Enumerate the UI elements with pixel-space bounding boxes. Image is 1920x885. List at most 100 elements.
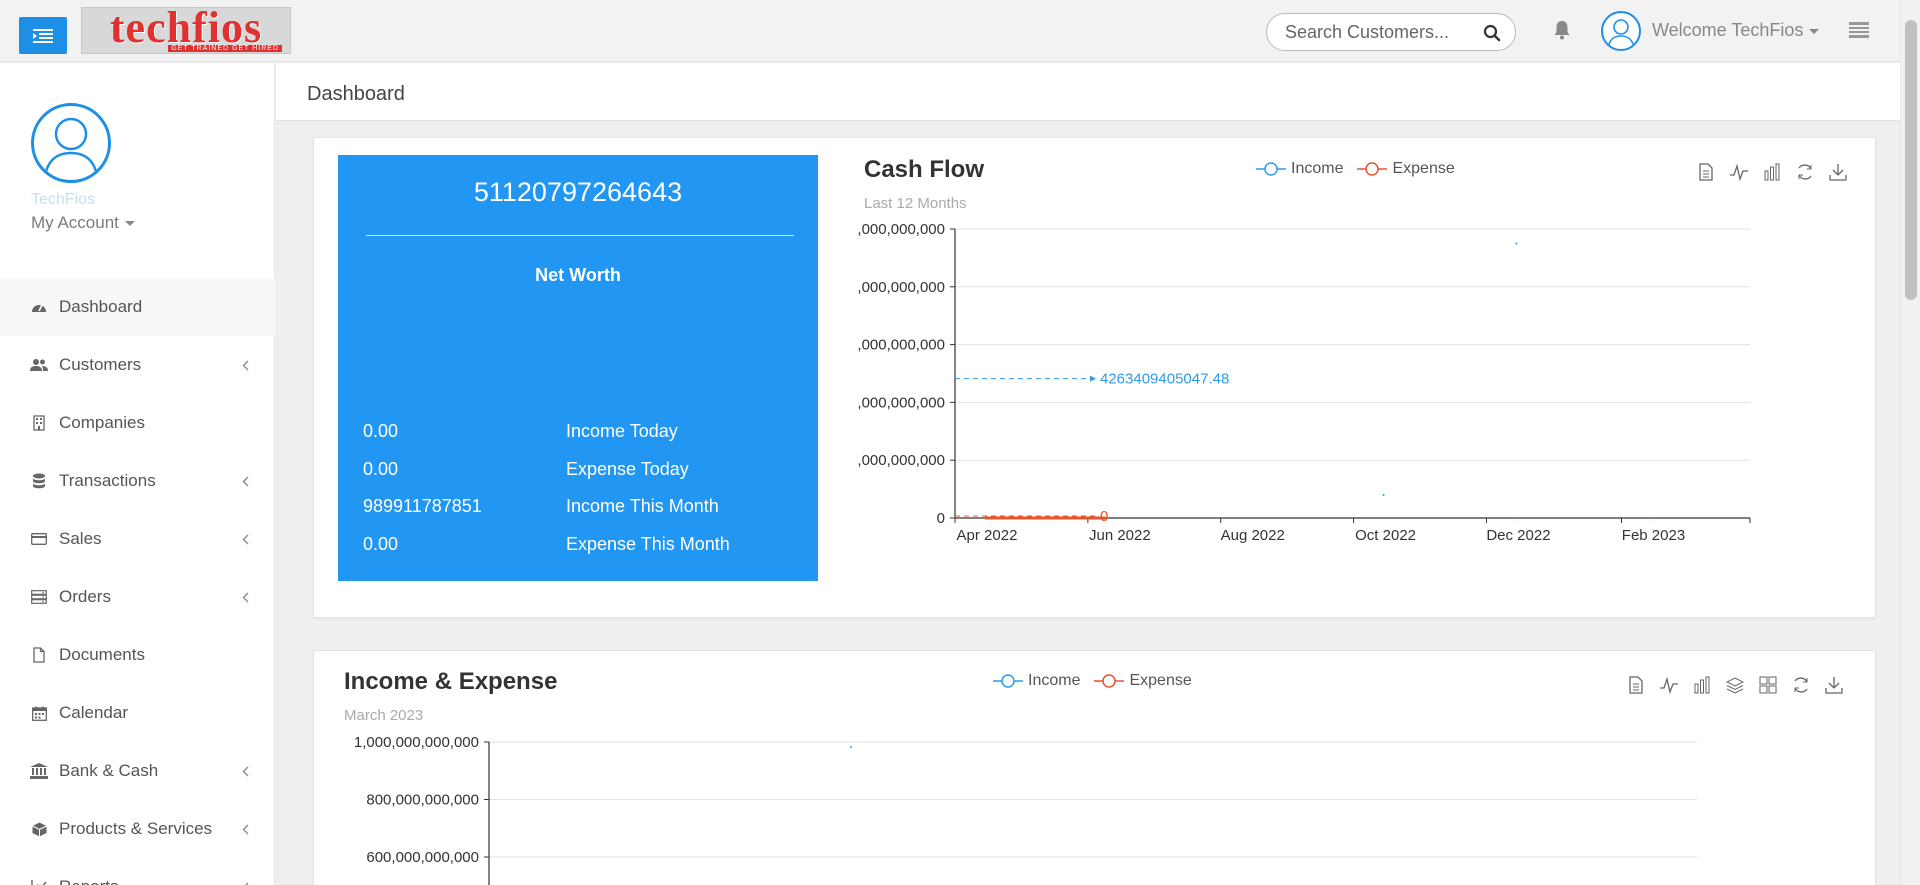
net-worth-value: 51120797264643 (473, 177, 683, 207)
sidebar-item-calendar[interactable]: Calendar (0, 684, 275, 742)
line-chart-icon[interactable] (1722, 163, 1755, 181)
sidebar-item-label: Products & Services (59, 819, 213, 838)
credit-card-icon-glyph (31, 533, 47, 545)
bar-chart-icon[interactable] (1755, 163, 1788, 181)
sidebar-item-documents[interactable]: Documents (0, 626, 275, 684)
stack-icon[interactable] (1718, 676, 1751, 694)
tiled-icon[interactable] (1751, 676, 1784, 694)
chevron-left-icon (242, 474, 249, 492)
sidebar-item-transactions[interactable]: Transactions (0, 452, 275, 510)
expense-point (1515, 517, 1518, 519)
sidebar-item-label: Companies (59, 413, 145, 432)
y-tick-label: 1,000,000,000,000 (354, 734, 479, 751)
dashboard-icon-glyph (32, 304, 46, 312)
sidebar-item-orders[interactable]: Orders (0, 568, 275, 626)
sidebar-item-customers[interactable]: Customers (0, 336, 275, 394)
bar-chart-icon[interactable] (1685, 676, 1718, 694)
profile-name: TechFios (31, 191, 96, 208)
x-tick-label: Oct 2022 (1355, 527, 1416, 544)
sidebar-nav: Dashboard Customers Companies Transactions S… (0, 278, 275, 885)
sidebar-item-label: Bank & Cash (59, 761, 159, 780)
menu-icon (33, 28, 53, 43)
y-tick-label: 0 (937, 510, 945, 527)
stat-value: 0.00 (363, 421, 399, 441)
top-navbar: techfios GET TRAINED GET HIRED Welcome T… (0, 0, 1900, 62)
chevron-left-icon (242, 532, 249, 550)
restore-icon[interactable] (1784, 676, 1817, 694)
dashboard-icon (30, 300, 48, 314)
legend-income-label: Income (1291, 160, 1344, 177)
net-worth-label: Net Worth (535, 265, 621, 285)
user-menu-toggle[interactable]: Welcome TechFios (1652, 20, 1820, 41)
stat-label: Income Today (566, 421, 678, 441)
download-icon[interactable] (1821, 163, 1854, 181)
x-tick-label: Dec 2022 (1486, 527, 1550, 544)
sidebar-item-bank-cash[interactable]: Bank & Cash (0, 742, 275, 800)
search-icon[interactable] (1483, 24, 1501, 47)
techfios-logo[interactable]: techfios GET TRAINED GET HIRED (81, 3, 291, 54)
scrollbar-thumb[interactable] (1905, 20, 1917, 300)
cash-flow-title: Cash Flow (864, 156, 985, 183)
income-mark-label: 4263409405047.48 (1100, 371, 1229, 388)
bell-icon[interactable] (1553, 20, 1571, 45)
data-view-icon[interactable] (1619, 676, 1652, 694)
sidebar-item-label: Sales (59, 529, 102, 548)
sidebar-item-label: Calendar (59, 703, 128, 722)
search-customers-input[interactable] (1285, 22, 1475, 42)
y-tick-label: ,000,000,000 (857, 452, 945, 469)
users-icon (30, 358, 48, 372)
legend-income[interactable]: Income (1256, 160, 1343, 178)
legend-expense-label: Expense (1392, 160, 1455, 177)
sidebar-item-companies[interactable]: Companies (0, 394, 275, 452)
sidebar-item-label: Customers (59, 355, 142, 374)
page-scrollbar[interactable] (1900, 0, 1920, 885)
income-expense-subtitle: March 2023 (344, 707, 424, 724)
divider (366, 235, 794, 236)
y-tick-label: 600,000,000,000 (366, 849, 479, 866)
user-avatar[interactable] (1601, 11, 1641, 51)
x-tick-label: Aug 2022 (1221, 527, 1285, 544)
page-header: Dashboard (276, 63, 1900, 121)
database-icon-glyph (33, 473, 45, 489)
chevron-left-icon (242, 764, 249, 782)
stat-label: Expense This Month (566, 534, 730, 554)
stat-value: 0.00 (363, 459, 399, 479)
chevron-left-icon (242, 822, 249, 840)
y-tick-label: ,000,000,000 (857, 394, 945, 411)
legend-expense[interactable]: Expense (1357, 160, 1455, 178)
my-account-dropdown[interactable]: My Account (31, 213, 135, 233)
legend-income-label: Income (1028, 672, 1081, 689)
calendar-icon (30, 706, 48, 721)
legend-income[interactable]: Income (993, 672, 1080, 690)
list-view-icon[interactable] (1849, 22, 1869, 43)
stat-label: Expense Today (566, 459, 689, 479)
chevron-left-glyph (242, 592, 249, 603)
profile-avatar[interactable] (31, 103, 111, 183)
legend-expense[interactable]: Expense (1094, 672, 1192, 690)
net-worth-box: 51120797264643 Net Worth 0.00 Income Tod… (338, 155, 818, 581)
file-icon (30, 647, 48, 663)
chart-icon-glyph (31, 880, 47, 885)
sidebar-item-products-services[interactable]: Products & Services (0, 800, 275, 858)
download-icon[interactable] (1817, 676, 1850, 694)
income-expense-chart: 1,000,000,000,000 800,000,000,000 600,000,… (354, 734, 1697, 885)
restore-icon[interactable] (1788, 163, 1821, 181)
sidebar-toggle-button[interactable] (19, 17, 67, 54)
cube-icon-glyph (31, 822, 47, 836)
chevron-left-glyph (242, 824, 249, 835)
expense-point (1650, 517, 1653, 519)
chevron-left-icon (242, 880, 249, 885)
chevron-left-glyph (242, 476, 249, 487)
sidebar-item-dashboard[interactable]: Dashboard (0, 278, 275, 336)
expense-mark-label: 0 (1100, 508, 1108, 525)
x-tick-label: Jun 2022 (1089, 527, 1151, 544)
data-view-icon[interactable] (1689, 163, 1722, 181)
sidebar-item-sales[interactable]: Sales (0, 510, 275, 568)
sidebar-item-reports[interactable]: Reports (0, 858, 275, 885)
building-icon (30, 415, 48, 431)
logo-text: techfios (109, 3, 263, 52)
x-tick-label: Feb 2023 (1622, 527, 1685, 544)
sidebar-item-label: Orders (59, 587, 111, 606)
chevron-left-icon (242, 358, 249, 376)
line-chart-icon[interactable] (1652, 676, 1685, 694)
